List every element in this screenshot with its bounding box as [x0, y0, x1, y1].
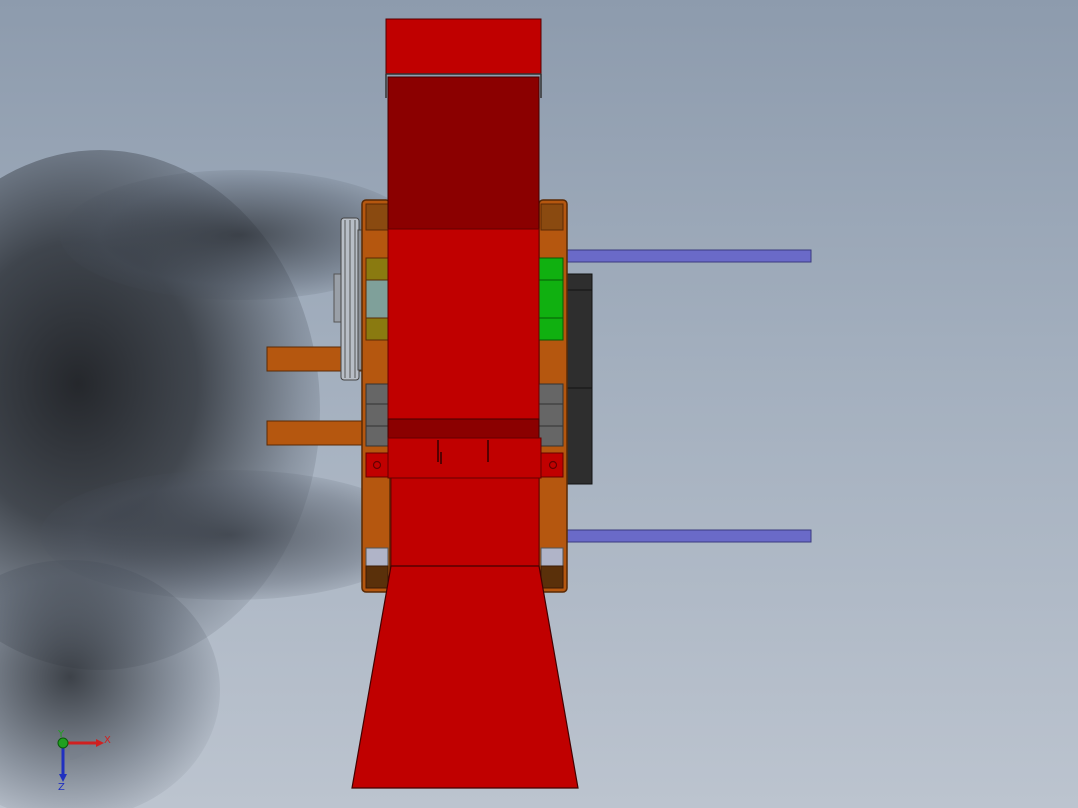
- right-frame[interactable]: [538, 199, 568, 593]
- outlet-chute[interactable]: [351, 565, 579, 789]
- main-housing[interactable]: [387, 228, 540, 420]
- housing-band[interactable]: [387, 418, 540, 439]
- hopper-cap[interactable]: [385, 18, 542, 75]
- outlet-body[interactable]: [390, 477, 540, 567]
- upper-rod[interactable]: [562, 249, 812, 263]
- cad-model[interactable]: [0, 0, 1078, 808]
- lower-housing[interactable]: [387, 437, 542, 479]
- hopper-body[interactable]: [387, 76, 540, 230]
- lower-rod[interactable]: [562, 529, 812, 543]
- graphics-viewport[interactable]: X Y Z: [0, 0, 1078, 808]
- left-lower-shaft[interactable]: [266, 420, 368, 446]
- left-frame[interactable]: [361, 199, 391, 593]
